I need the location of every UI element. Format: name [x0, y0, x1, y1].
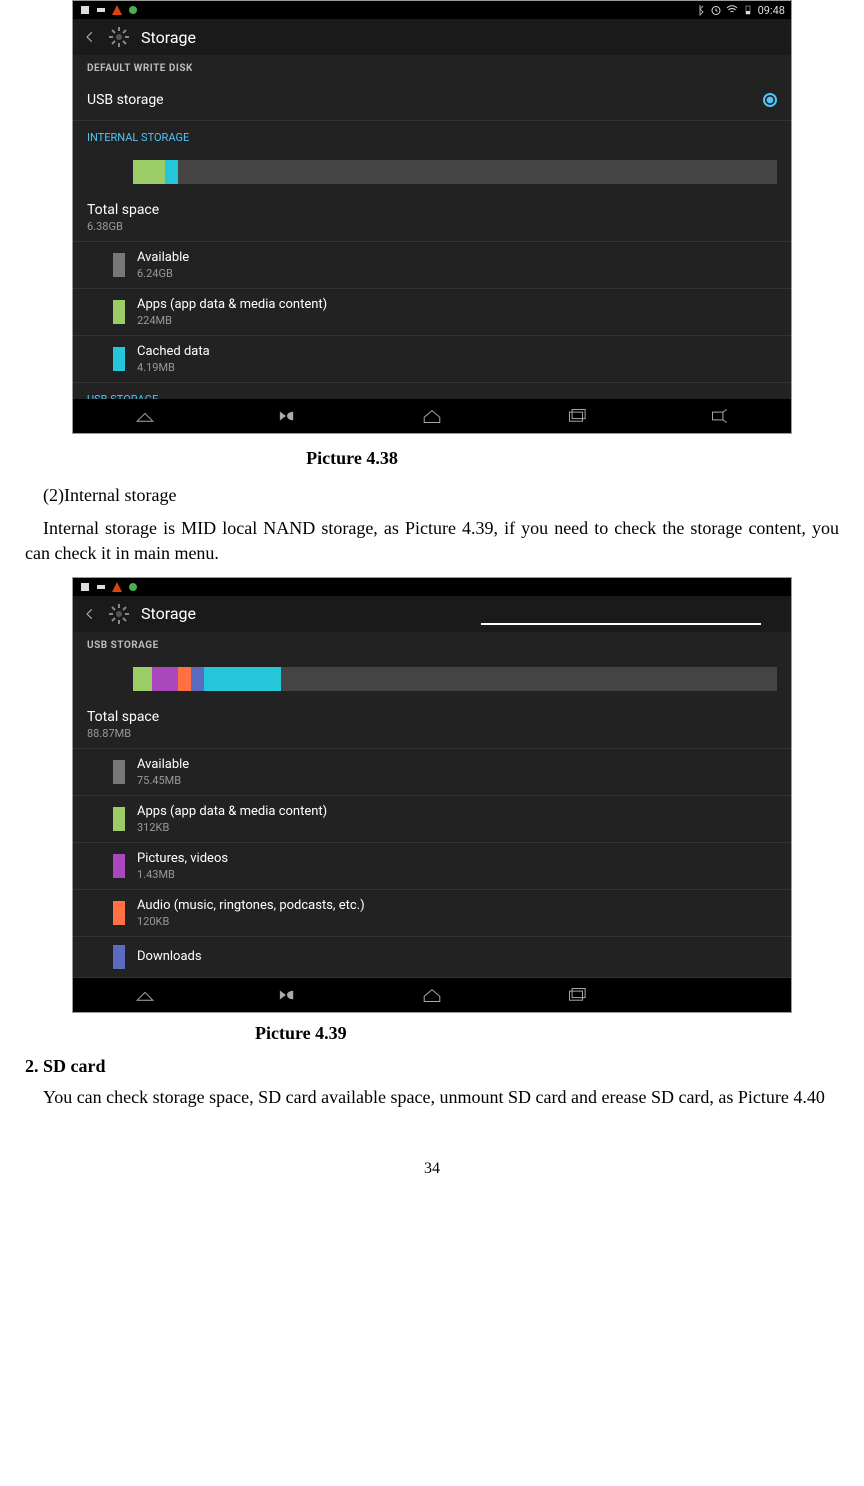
category-value: 6.24GB: [137, 267, 189, 280]
category-swatch: [113, 901, 125, 925]
notif-icon: [127, 581, 139, 593]
category-label: Cached data: [137, 344, 210, 359]
screenshot-4-38: 09:48 Storage DEFAULT WRITE DISK USB sto…: [72, 0, 792, 434]
category-swatch: [113, 945, 125, 969]
category-label: Apps (app data & media content): [137, 297, 327, 312]
category-label: Available: [137, 250, 189, 265]
category-label: Apps (app data & media content): [137, 804, 327, 819]
category-value: 120KB: [137, 915, 365, 928]
notif-icon: [111, 4, 123, 16]
nav-back-icon[interactable]: [275, 987, 301, 1003]
usb-storage-option[interactable]: USB storage: [73, 80, 791, 121]
storage-segment: [133, 667, 152, 691]
wifi-icon: [726, 4, 738, 16]
nav-notif-icon[interactable]: [132, 408, 158, 424]
bluetooth-icon: [694, 4, 706, 16]
storage-category-row[interactable]: Apps (app data & media content) 224MB: [73, 289, 791, 336]
app-header: Storage: [73, 19, 791, 55]
usb-storage-cutoff: USB STORAGE: [73, 383, 791, 399]
category-swatch: [113, 300, 125, 324]
storage-segment: [165, 160, 178, 184]
heading-internal-storage: (2)Internal storage: [25, 483, 839, 508]
nav-bar: [73, 399, 791, 433]
category-value: 75.45MB: [137, 774, 189, 787]
storage-category-row[interactable]: Cached data 4.19MB: [73, 336, 791, 383]
caption-4-38: Picture 4.38: [0, 448, 839, 469]
total-value: 88.87MB: [87, 727, 777, 740]
gear-icon: [107, 25, 131, 49]
nav-back-icon[interactable]: [275, 408, 301, 424]
storage-category-row[interactable]: Available 6.24GB: [73, 242, 791, 289]
battery-icon: [742, 4, 754, 16]
category-swatch: [113, 347, 125, 371]
category-value: 1.43MB: [137, 868, 228, 881]
nav-recent-icon[interactable]: [563, 408, 589, 424]
category-label: Available: [137, 757, 189, 772]
storage-segment: [178, 667, 191, 691]
storage-segment: [204, 667, 281, 691]
category-value: 4.19MB: [137, 361, 210, 374]
storage-bar: [133, 667, 777, 691]
total-label: Total space: [87, 709, 777, 725]
notif-icon: [111, 581, 123, 593]
storage-bar: [133, 160, 777, 184]
category-value: 312KB: [137, 821, 327, 834]
category-swatch: [113, 807, 125, 831]
nav-bar: [73, 978, 791, 1012]
nav-home-icon[interactable]: [419, 408, 445, 424]
heading-sd-card: 2. SD card: [25, 1056, 839, 1077]
usb-storage-label: USB storage: [87, 92, 164, 108]
nav-recent-icon[interactable]: [563, 987, 589, 1003]
storage-category-row[interactable]: Pictures, videos 1.43MB: [73, 843, 791, 890]
category-label: Downloads: [137, 949, 202, 964]
storage-segment: [191, 667, 204, 691]
nav-home-icon[interactable]: [419, 987, 445, 1003]
notif-icon: [79, 581, 91, 593]
page-number: 34: [25, 1160, 839, 1178]
nav-notif-icon[interactable]: [132, 987, 158, 1003]
category-swatch: [113, 760, 125, 784]
back-icon[interactable]: [83, 607, 97, 621]
total-space-row[interactable]: Total space 6.38GB: [73, 194, 791, 242]
category-swatch: [113, 253, 125, 277]
alarm-icon: [710, 4, 722, 16]
notif-icon: [95, 4, 107, 16]
status-time: 09:48: [758, 4, 785, 17]
storage-category-row[interactable]: Apps (app data & media content) 312KB: [73, 796, 791, 843]
screenshot-4-39: Storage USB STORAGE Total space 88.87MB …: [72, 577, 792, 1013]
body-text-internal: Internal storage is MID local NAND stora…: [25, 516, 839, 566]
category-label: Pictures, videos: [137, 851, 228, 866]
storage-segment: [152, 667, 178, 691]
app-title: Storage: [141, 28, 196, 47]
storage-category-row[interactable]: Downloads: [73, 937, 791, 978]
nav-screenshot-icon[interactable]: [706, 408, 732, 424]
body-text-sd-card: You can check storage space, SD card ava…: [43, 1085, 839, 1110]
total-label: Total space: [87, 202, 777, 218]
notif-icon: [79, 4, 91, 16]
category-swatch: [113, 854, 125, 878]
total-space-row[interactable]: Total space 88.87MB: [73, 701, 791, 749]
section-header-internal: INTERNAL STORAGE: [73, 121, 791, 150]
gear-icon: [107, 602, 131, 626]
back-icon[interactable]: [83, 30, 97, 44]
status-bar: [73, 578, 791, 596]
app-title: Storage: [141, 604, 196, 623]
search-underline[interactable]: [481, 623, 761, 625]
radio-selected-icon[interactable]: [763, 93, 777, 107]
caption-4-39: Picture 4.39: [25, 1023, 839, 1044]
storage-category-row[interactable]: Available 75.45MB: [73, 749, 791, 796]
category-value: 224MB: [137, 314, 327, 327]
section-header-default-disk: DEFAULT WRITE DISK: [73, 55, 791, 80]
total-value: 6.38GB: [87, 220, 777, 233]
status-bar: 09:48: [73, 1, 791, 19]
app-header: Storage: [73, 596, 791, 632]
category-label: Audio (music, ringtones, podcasts, etc.): [137, 898, 365, 913]
section-header-usb: USB STORAGE: [73, 632, 791, 657]
storage-category-row[interactable]: Audio (music, ringtones, podcasts, etc.)…: [73, 890, 791, 937]
notif-icon: [127, 4, 139, 16]
storage-segment: [133, 160, 165, 184]
notif-icon: [95, 581, 107, 593]
